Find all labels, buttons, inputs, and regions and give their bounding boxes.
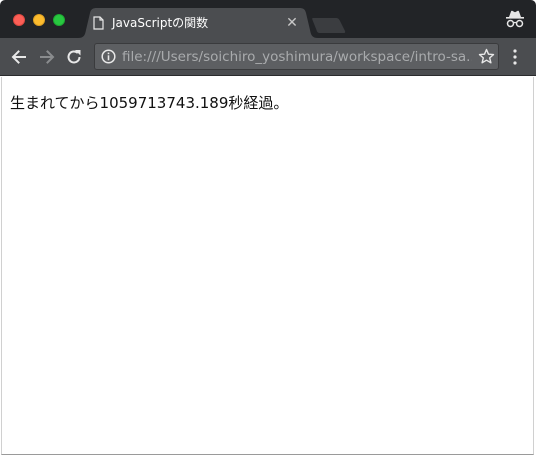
- incognito-icon: [506, 10, 524, 28]
- forward-arrow-icon[interactable]: [37, 47, 57, 67]
- page-content: 生まれてから1059713743.189秒経過。: [1, 77, 534, 455]
- info-icon[interactable]: [101, 49, 116, 64]
- new-tab-button[interactable]: [312, 18, 346, 33]
- reload-icon[interactable]: [64, 47, 84, 67]
- address-bar[interactable]: file:///Users/soichiro_yoshimura/workspa…: [94, 43, 499, 70]
- tab-active[interactable]: JavaScriptの関数 ✕: [78, 8, 318, 38]
- tab-strip: JavaScriptの関数 ✕: [0, 0, 536, 38]
- browser-window: JavaScriptの関数 ✕ file:///Users/soichiro_y…: [0, 0, 536, 458]
- url-text[interactable]: file:///Users/soichiro_yoshimura/workspa…: [122, 49, 472, 65]
- close-window-button[interactable]: [13, 14, 25, 26]
- star-icon[interactable]: [478, 48, 495, 65]
- minimize-window-button[interactable]: [33, 14, 45, 26]
- menu-icon[interactable]: [508, 48, 522, 66]
- back-arrow-icon[interactable]: [9, 47, 29, 67]
- close-icon[interactable]: ✕: [284, 15, 300, 31]
- elapsed-seconds-message: 生まれてから1059713743.189秒経過。: [10, 94, 289, 112]
- tab-title: JavaScriptの関数: [112, 16, 209, 30]
- zoom-window-button[interactable]: [53, 14, 65, 26]
- page-icon: [93, 16, 104, 30]
- toolbar: file:///Users/soichiro_yoshimura/workspa…: [0, 38, 536, 76]
